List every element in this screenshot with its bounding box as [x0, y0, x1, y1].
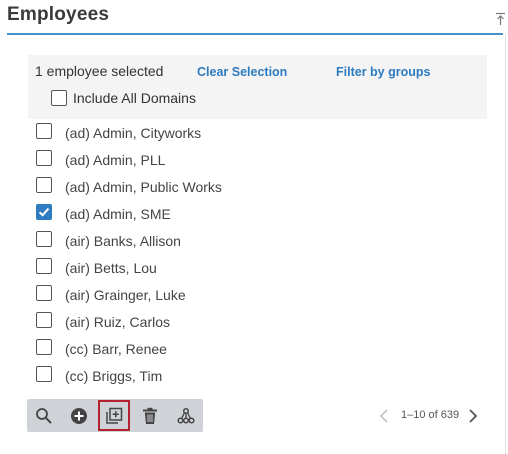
chevron-right-icon[interactable] — [467, 407, 479, 425]
include-all-domains-label: Include All Domains — [73, 90, 196, 106]
employee-checkbox[interactable] — [36, 285, 52, 301]
employee-name: (cc) Briggs, Tim — [65, 368, 163, 384]
copy-add-button[interactable] — [98, 400, 130, 431]
list-toolbar — [27, 399, 203, 432]
employees-panel: Employees 1 employee selected Clear Sele… — [0, 0, 508, 454]
employee-row[interactable]: (air) Betts, Lou — [28, 254, 487, 281]
employee-row[interactable]: (cc) Barr, Renee — [28, 335, 487, 362]
panel-header: Employees — [0, 0, 508, 34]
employee-row[interactable]: (ad) Admin, Cityworks — [28, 119, 487, 146]
employee-name: (air) Betts, Lou — [65, 260, 157, 276]
pager: 1–10 of 639 — [378, 405, 483, 427]
employee-checkbox[interactable] — [36, 366, 52, 382]
panel-border — [505, 35, 506, 454]
employee-row[interactable]: (air) Ruiz, Carlos — [28, 308, 487, 335]
employee-checkbox[interactable] — [36, 123, 52, 139]
employee-name: (ad) Admin, Public Works — [65, 179, 222, 195]
selection-count: 1 employee selected — [35, 63, 164, 79]
employee-checkbox[interactable] — [36, 258, 52, 274]
employee-checkbox[interactable] — [36, 231, 52, 247]
employee-name: (air) Ruiz, Carlos — [65, 314, 171, 330]
collapse-panel-icon[interactable] — [495, 12, 506, 26]
chevron-left-icon[interactable] — [378, 407, 390, 425]
employee-row[interactable]: (ad) Admin, PLL — [28, 146, 487, 173]
employee-checkbox[interactable] — [36, 339, 52, 355]
filter-by-groups-link[interactable]: Filter by groups — [336, 65, 430, 79]
employee-row[interactable]: (ad) Admin, SME — [28, 200, 487, 227]
header-divider — [7, 33, 503, 35]
add-circle-button[interactable] — [64, 401, 94, 430]
trash-button[interactable] — [135, 401, 165, 430]
employee-name: (ad) Admin, Cityworks — [65, 125, 202, 141]
employee-checkbox[interactable] — [36, 204, 52, 220]
selection-bar: 1 employee selected Clear Selection Filt… — [28, 55, 487, 119]
employee-row[interactable]: (ad) Admin, Public Works — [28, 173, 487, 200]
employee-checkbox[interactable] — [36, 150, 52, 166]
hierarchy-button[interactable] — [171, 401, 201, 430]
include-all-domains-checkbox[interactable] — [51, 90, 67, 106]
employee-row[interactable]: (air) Grainger, Luke — [28, 281, 487, 308]
employee-name: (air) Banks, Allison — [65, 233, 181, 249]
search-button[interactable] — [29, 401, 59, 430]
employee-checkbox[interactable] — [36, 312, 52, 328]
employee-checkbox[interactable] — [36, 177, 52, 193]
employee-row[interactable]: (cc) Briggs, Tim — [28, 362, 487, 389]
employee-name: (ad) Admin, PLL — [65, 152, 166, 168]
clear-selection-link[interactable]: Clear Selection — [197, 65, 287, 79]
employee-row[interactable]: (air) Banks, Allison — [28, 227, 487, 254]
employee-name: (ad) Admin, SME — [65, 206, 171, 222]
panel-title: Employees — [7, 4, 110, 25]
employee-name: (cc) Barr, Renee — [65, 341, 167, 357]
employee-name: (air) Grainger, Luke — [65, 287, 186, 303]
pager-range: 1–10 of 639 — [401, 409, 460, 421]
